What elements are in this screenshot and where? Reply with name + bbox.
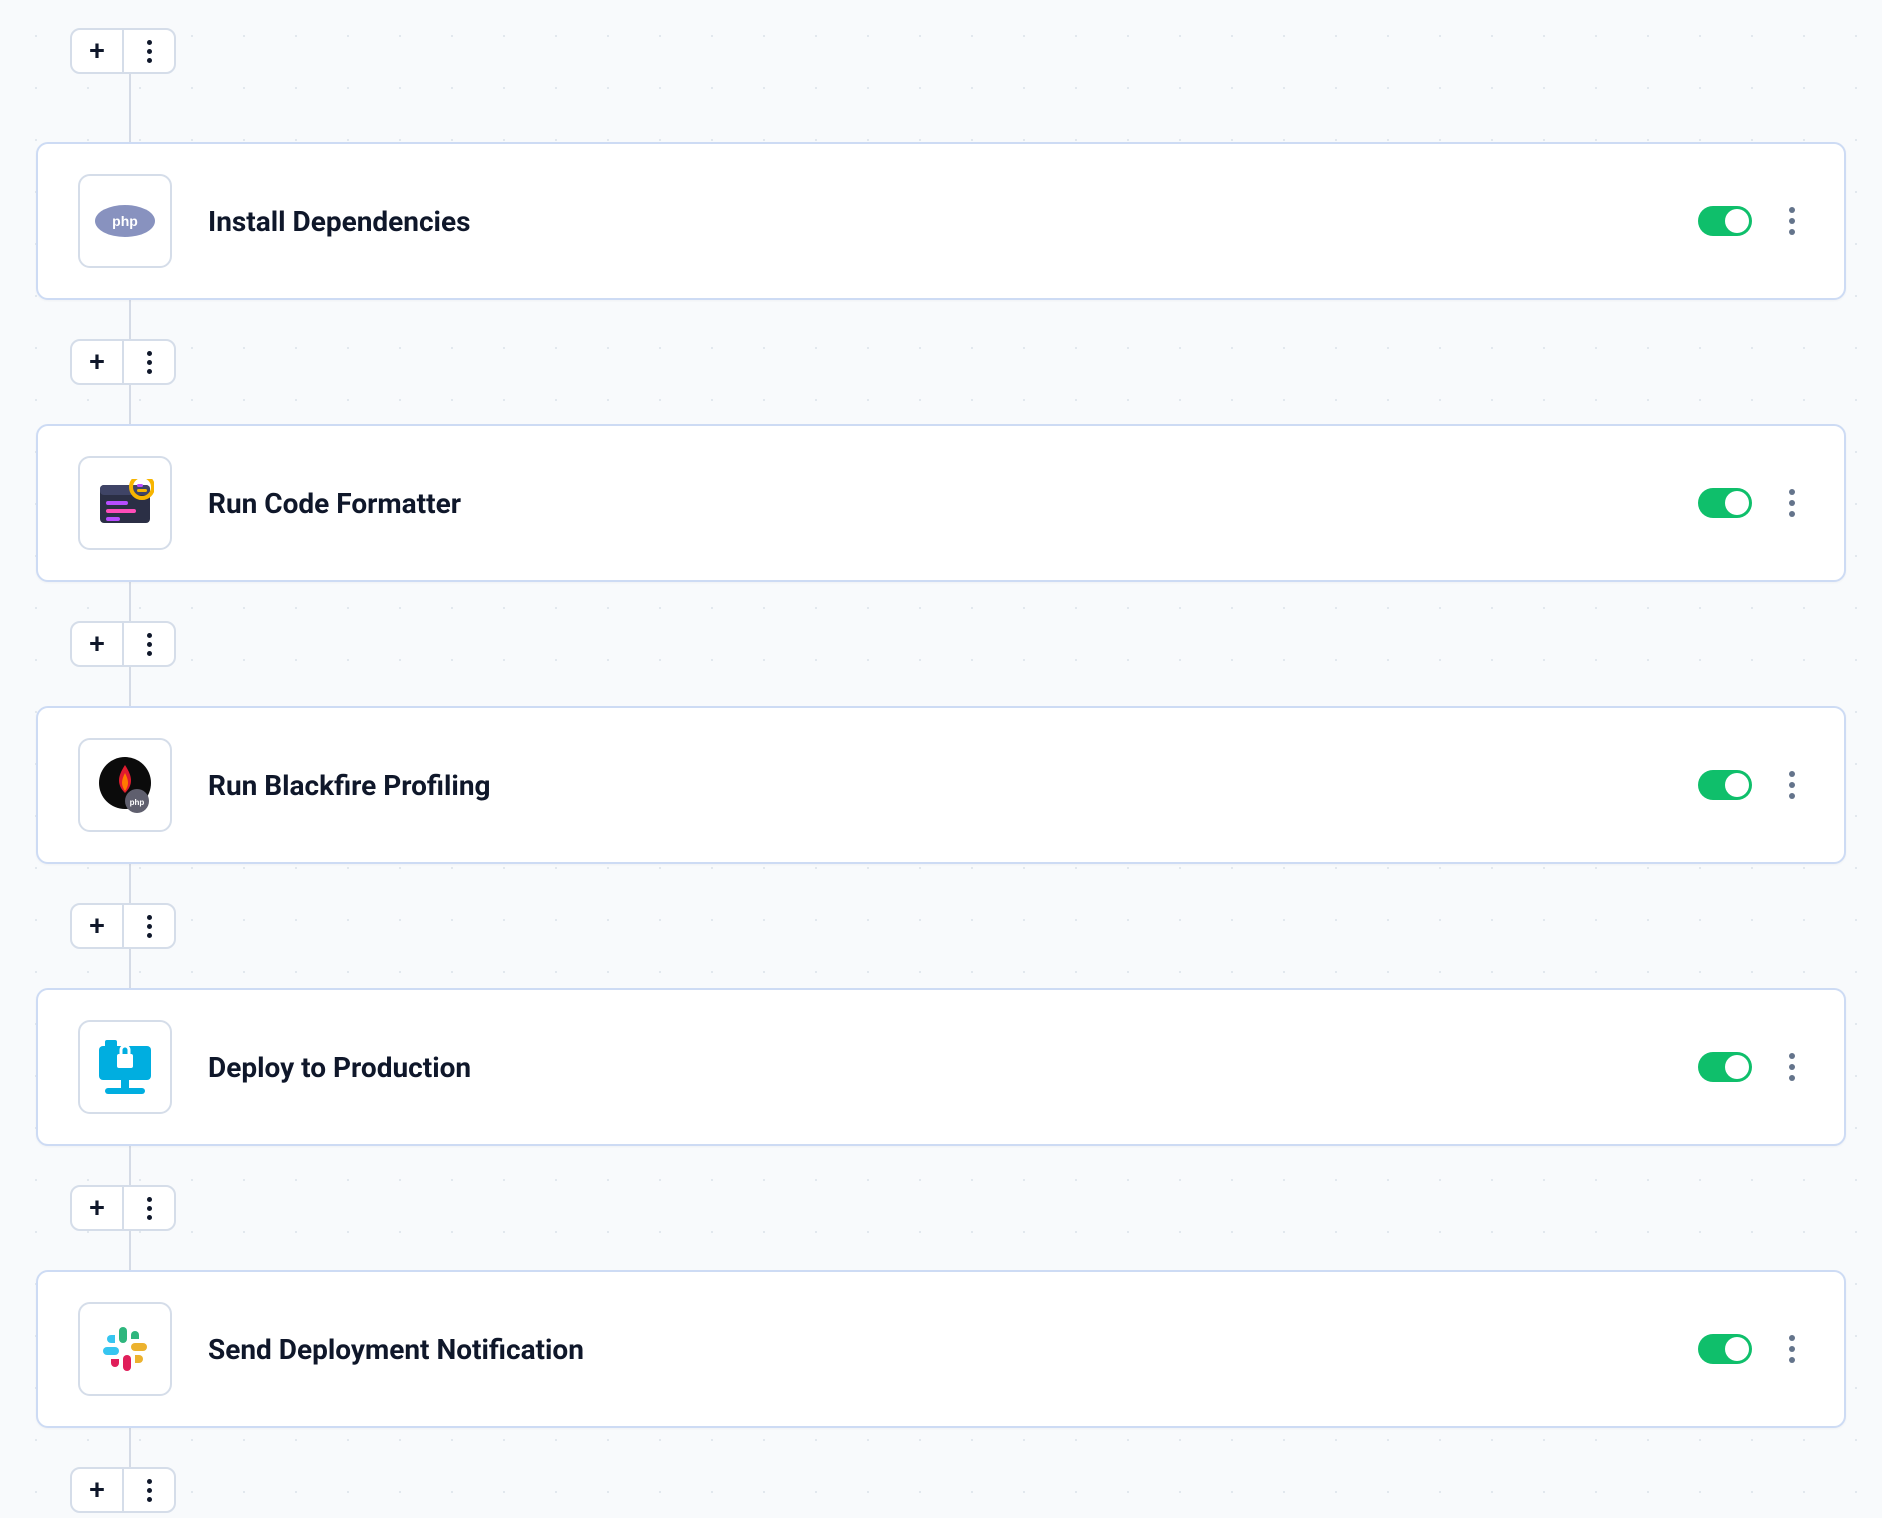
enable-toggle[interactable] bbox=[1698, 488, 1752, 518]
kebab-icon bbox=[147, 915, 152, 938]
svg-text:php: php bbox=[112, 213, 138, 229]
blackfire-icon: php bbox=[78, 738, 172, 832]
step-title: Run Code Formatter bbox=[208, 487, 1698, 520]
plus-icon: + bbox=[89, 1476, 105, 1504]
add-step-button[interactable]: + bbox=[72, 341, 122, 383]
kebab-icon bbox=[147, 40, 152, 63]
step-menu-button[interactable] bbox=[1780, 1335, 1804, 1363]
deploy-icon bbox=[78, 1020, 172, 1114]
code-format-icon bbox=[78, 456, 172, 550]
pipeline-step-card[interactable]: Run Code Formatter bbox=[36, 424, 1846, 582]
pipeline-step-card[interactable]: php Install Dependencies bbox=[36, 142, 1846, 300]
slack-icon bbox=[78, 1302, 172, 1396]
add-step-button[interactable]: + bbox=[72, 30, 122, 72]
add-step-group: + bbox=[70, 903, 176, 949]
step-title: Run Blackfire Profiling bbox=[208, 769, 1698, 802]
step-menu-button[interactable] bbox=[1780, 207, 1804, 235]
enable-toggle[interactable] bbox=[1698, 206, 1752, 236]
enable-toggle[interactable] bbox=[1698, 1334, 1752, 1364]
svg-text:php: php bbox=[130, 798, 145, 807]
add-step-options-button[interactable] bbox=[124, 905, 174, 947]
plus-icon: + bbox=[89, 1194, 105, 1222]
enable-toggle[interactable] bbox=[1698, 1052, 1752, 1082]
step-menu-button[interactable] bbox=[1780, 771, 1804, 799]
kebab-icon bbox=[147, 1479, 152, 1502]
kebab-icon bbox=[147, 633, 152, 656]
step-title: Deploy to Production bbox=[208, 1051, 1698, 1084]
step-title: Install Dependencies bbox=[208, 205, 1698, 238]
kebab-icon bbox=[147, 351, 152, 374]
add-step-button[interactable]: + bbox=[72, 1469, 122, 1511]
enable-toggle[interactable] bbox=[1698, 770, 1752, 800]
add-step-options-button[interactable] bbox=[124, 30, 174, 72]
add-step-group: + bbox=[70, 1185, 176, 1231]
step-menu-button[interactable] bbox=[1780, 489, 1804, 517]
step-menu-button[interactable] bbox=[1780, 1053, 1804, 1081]
plus-icon: + bbox=[89, 630, 105, 658]
plus-icon: + bbox=[89, 37, 105, 65]
add-step-group: + bbox=[70, 339, 176, 385]
add-step-group: + bbox=[70, 1467, 176, 1513]
kebab-icon bbox=[147, 1197, 152, 1220]
add-step-button[interactable]: + bbox=[72, 905, 122, 947]
pipeline-step-card[interactable]: Deploy to Production bbox=[36, 988, 1846, 1146]
add-step-button[interactable]: + bbox=[72, 1187, 122, 1229]
step-title: Send Deployment Notification bbox=[208, 1333, 1698, 1366]
add-step-options-button[interactable] bbox=[124, 341, 174, 383]
add-step-options-button[interactable] bbox=[124, 1187, 174, 1229]
pipeline-step-card[interactable]: php Run Blackfire Profiling bbox=[36, 706, 1846, 864]
php-icon: php bbox=[78, 174, 172, 268]
add-step-group: + bbox=[70, 28, 176, 74]
add-step-options-button[interactable] bbox=[124, 623, 174, 665]
plus-icon: + bbox=[89, 912, 105, 940]
pipeline-step-card[interactable]: Send Deployment Notification bbox=[36, 1270, 1846, 1428]
plus-icon: + bbox=[89, 348, 105, 376]
add-step-button[interactable]: + bbox=[72, 623, 122, 665]
add-step-options-button[interactable] bbox=[124, 1469, 174, 1511]
add-step-group: + bbox=[70, 621, 176, 667]
